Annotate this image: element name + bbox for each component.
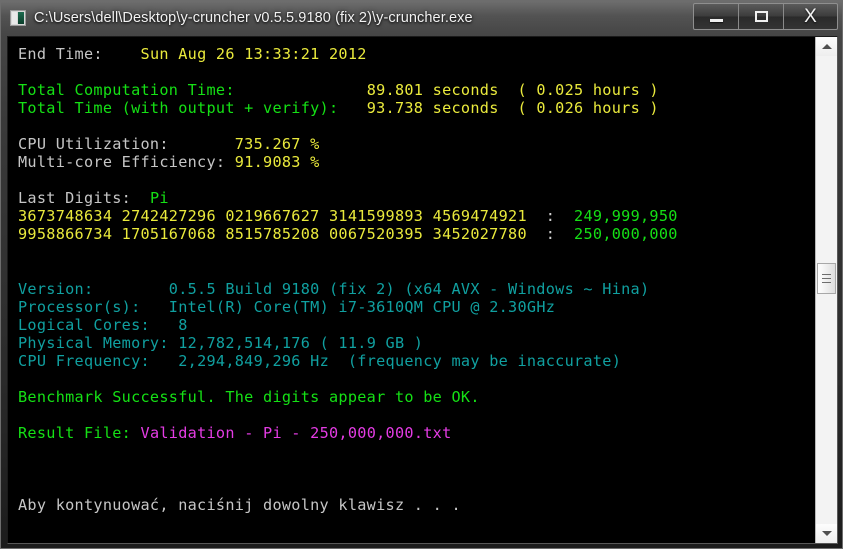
scroll-up-button[interactable] — [816, 37, 837, 56]
cpu-utilization-value: 735.267 % — [234, 135, 320, 154]
digits-value: 9958866734 1705167068 8515785208 0067520… — [18, 225, 527, 244]
benchmark-status-line: Benchmark Successful. The digits appear … — [18, 388, 815, 406]
version-line: Version: 0.5.5 Build 9180 (fix 2) (x64 A… — [18, 280, 815, 298]
last-digits-line: Last Digits: Pi — [18, 189, 815, 207]
end-time-label: End Time: — [18, 45, 103, 63]
result-file-label: Result File: — [18, 423, 132, 442]
end-time-value: Sun Aug 26 13:33:21 2012 — [140, 45, 367, 63]
window-controls: X — [693, 3, 838, 30]
physical-memory-value: 12,782,514,176 ( 11.9 GB ) — [178, 333, 424, 352]
result-file-name: Validation - Pi - 250,000,000.txt — [140, 423, 452, 442]
total-time-line: Total Time (with output + verify): 93.73… — [18, 99, 815, 117]
continue-prompt: Aby kontynuować, naciśnij dowolny klawis… — [18, 496, 461, 515]
cpu-frequency-label: CPU Frequency: — [18, 351, 150, 370]
multicore-efficiency-line: Multi-core Efficiency: 91.9083 % — [18, 153, 815, 171]
scroll-down-arrow-icon — [821, 531, 832, 536]
console-window-icon — [10, 9, 26, 26]
digits-row: 9958866734 1705167068 8515785208 0067520… — [18, 225, 815, 243]
computation-time-label: Total Computation Time: — [18, 81, 235, 100]
digits-position: 249,999,950 — [574, 207, 678, 226]
scrollbar-track[interactable] — [816, 56, 837, 524]
continue-prompt-line: Aby kontynuować, naciśnij dowolny klawis… — [18, 496, 815, 514]
digits-separator: : — [545, 225, 556, 244]
grip-line — [822, 274, 831, 275]
grip-line — [822, 282, 831, 283]
console-window: C:\Users\dell\Desktop\y-cruncher v0.5.5.… — [0, 0, 843, 549]
close-button[interactable]: X — [784, 4, 837, 29]
window-title: C:\Users\dell\Desktop\y-cruncher v0.5.5.… — [34, 9, 473, 26]
cpu-frequency-line: CPU Frequency: 2,294,849,296 Hz (frequen… — [18, 352, 815, 370]
minimize-button[interactable] — [694, 4, 739, 29]
cpu-utilization-label: CPU Utilization: — [18, 135, 169, 154]
console-screen[interactable]: End Time: Sun Aug 26 13:33:21 2012 Total… — [8, 37, 815, 543]
maximize-icon — [754, 11, 768, 22]
title-bar[interactable]: C:\Users\dell\Desktop\y-cruncher v0.5.5.… — [1, 1, 842, 34]
processor-value: Intel(R) Core(TM) i7-3610QM CPU @ 2.30GH… — [168, 297, 556, 316]
console-client-area: End Time: Sun Aug 26 13:33:21 2012 Total… — [7, 36, 838, 544]
scroll-up-arrow-icon — [821, 44, 832, 49]
benchmark-status: Benchmark Successful. The digits appear … — [18, 387, 480, 406]
logical-cores-value: 8 — [178, 315, 188, 334]
logical-cores-label: Logical Cores: — [18, 315, 150, 334]
close-icon: X — [804, 6, 817, 27]
result-file-line: Result File: Validation - Pi - 250,000,0… — [18, 424, 815, 442]
physical-memory-line: Physical Memory: 12,782,514,176 ( 11.9 G… — [18, 334, 815, 352]
physical-memory-label: Physical Memory: — [18, 333, 169, 352]
digits-row: 3673748634 2742427296 0219667627 3141599… — [18, 207, 815, 225]
version-value: 0.5.5 Build 9180 (fix 2) (x64 AVX - Wind… — [168, 279, 650, 298]
computation-time-line: Total Computation Time: 89.801 seconds (… — [18, 81, 815, 99]
end-time-line: End Time: Sun Aug 26 13:33:21 2012 — [18, 45, 815, 63]
vertical-scrollbar[interactable] — [815, 37, 837, 543]
digits-separator: : — [545, 207, 556, 226]
computation-time-value: 89.801 seconds ( 0.025 hours ) — [366, 81, 659, 100]
grip-line — [822, 278, 831, 279]
total-time-value: 93.738 seconds ( 0.026 hours ) — [366, 99, 659, 118]
minimize-icon — [709, 18, 723, 22]
last-digits-constant: Pi — [149, 189, 169, 208]
total-time-label: Total Time (with output + verify): — [18, 99, 339, 118]
logical-cores-line: Logical Cores: 8 — [18, 316, 815, 334]
maximize-button[interactable] — [739, 4, 784, 29]
version-label: Version: — [18, 279, 94, 298]
scroll-thumb[interactable] — [817, 263, 836, 294]
processor-line: Processor(s): Intel(R) Core(TM) i7-3610Q… — [18, 298, 815, 316]
processor-label: Processor(s): — [18, 297, 141, 316]
cpu-utilization-line: CPU Utilization: 735.267 % — [18, 135, 815, 153]
scroll-down-button[interactable] — [816, 524, 837, 543]
digits-position: 250,000,000 — [574, 225, 678, 244]
multicore-efficiency-label: Multi-core Efficiency: — [18, 153, 226, 172]
digits-value: 3673748634 2742427296 0219667627 3141599… — [18, 207, 527, 226]
multicore-efficiency-value: 91.9083 % — [234, 153, 320, 172]
cpu-frequency-value: 2,294,849,296 Hz (frequency may be inacc… — [178, 351, 622, 370]
last-digits-label: Last Digits: — [18, 189, 132, 208]
